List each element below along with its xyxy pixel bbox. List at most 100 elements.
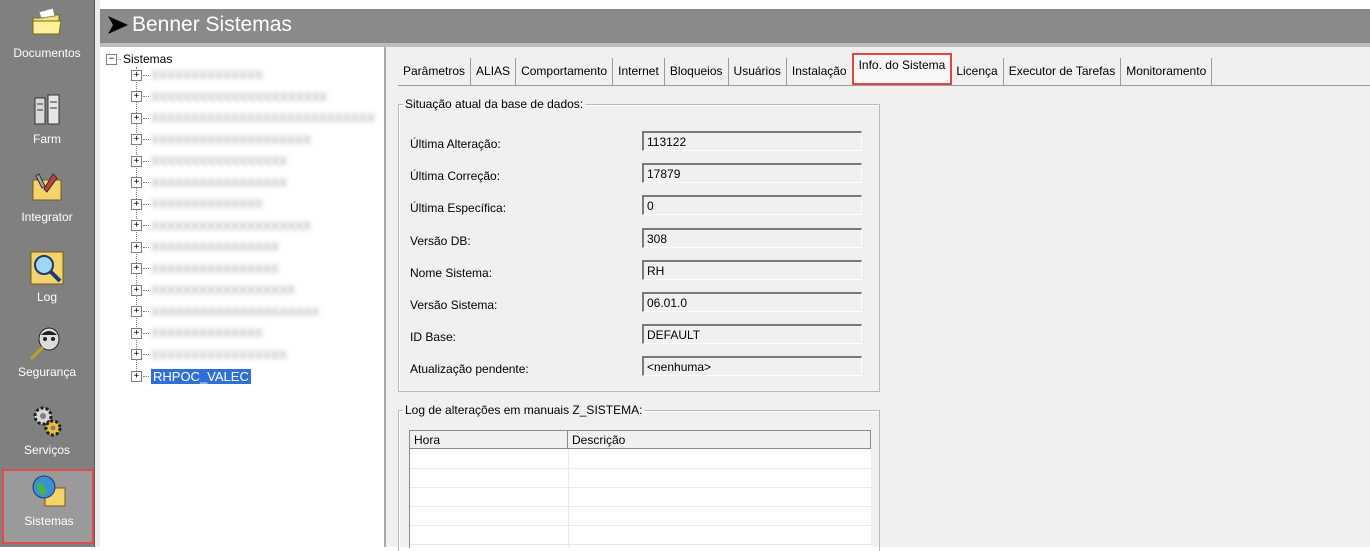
security-icon xyxy=(29,327,60,361)
tree-node[interactable]: + XXXXXXXXXXXXXXXXXXXXXXXXXXXX xyxy=(131,110,375,126)
nav-label-log: Log xyxy=(36,290,58,304)
database-status-title: Situação atual da base de dados: xyxy=(403,97,586,111)
tab-monitoramento[interactable]: Monitoramento xyxy=(1121,58,1213,86)
nav-item-seguranca[interactable]: Segurança xyxy=(0,325,94,379)
expand-icon[interactable]: + xyxy=(131,220,142,231)
tree-node-label: XXXXXXXXXXXXXXXXXX xyxy=(151,283,296,297)
table-row[interactable] xyxy=(410,487,871,507)
field-value: DEFAULT xyxy=(642,324,862,345)
tab-alias[interactable]: ALIAS xyxy=(471,58,517,86)
tree-node-label: XXXXXXXXXXXXXXXXX xyxy=(151,154,288,168)
table-row[interactable] xyxy=(410,449,871,469)
tree-node[interactable]: + XXXXXXXXXXXXXXXXX xyxy=(131,175,287,191)
expand-icon[interactable]: + xyxy=(131,112,142,124)
tree-node-label: XXXXXXXXXXXXXXXXX xyxy=(151,347,288,362)
column-header-hora[interactable]: Hora xyxy=(410,431,568,449)
table-row[interactable] xyxy=(410,525,871,545)
tab-instalacao[interactable]: Instalação xyxy=(787,58,853,86)
tree-node[interactable]: + XXXXXXXXXXXXXXXXXXXXXX xyxy=(131,89,327,105)
magnifier-icon xyxy=(30,251,64,285)
tree-node[interactable]: + XXXXXXXXXXXXXXXXXX xyxy=(131,282,295,298)
expand-icon[interactable]: + xyxy=(131,284,142,296)
tab-underline xyxy=(398,85,1370,86)
collapse-icon[interactable]: − xyxy=(106,53,117,65)
server-icon xyxy=(34,94,60,125)
expand-icon[interactable]: + xyxy=(131,177,142,188)
tab-internet[interactable]: Internet xyxy=(613,58,665,86)
tree-node[interactable]: + XXXXXXXXXXXXXXXXXXXX xyxy=(131,132,311,148)
title-bar: Benner Sistemas xyxy=(100,9,1370,43)
field-label: Última Alteração: xyxy=(410,137,501,151)
expand-icon[interactable]: + xyxy=(131,263,142,274)
field-value: 17879 xyxy=(642,163,862,184)
tree-node[interactable]: + XXXXXXXXXXXXXXXXX xyxy=(131,347,287,363)
tree-node[interactable]: + XXXXXXXXXXXXXXXXXXXXX xyxy=(131,304,319,320)
tab-executor-de-tarefas[interactable]: Executor de Tarefas xyxy=(1004,58,1122,86)
nav-item-log[interactable]: Log xyxy=(0,250,94,304)
nav-item-servicos[interactable]: Serviços xyxy=(0,403,94,457)
tree-node[interactable]: + XXXXXXXXXXXXXXXX xyxy=(131,239,279,255)
nav-item-farm[interactable]: Farm xyxy=(0,92,94,146)
expand-icon[interactable]: + xyxy=(131,349,142,360)
field-label: Versão DB: xyxy=(410,233,471,248)
field-value: RH xyxy=(642,259,862,280)
app-title: Benner Sistemas xyxy=(132,13,292,36)
expand-icon[interactable]: + xyxy=(131,241,142,253)
nav-label-seguranca: Segurança xyxy=(17,365,77,379)
column-header-descricao[interactable]: Descrição xyxy=(568,431,871,449)
tree-root[interactable]: − Sistemas xyxy=(106,51,172,67)
nav-label-farm: Farm xyxy=(33,132,61,146)
log-grid[interactable]: Hora Descrição xyxy=(409,430,871,548)
tree-node[interactable]: + XXXXXXXXXXXXXX xyxy=(131,67,263,83)
tree-node-selected[interactable]: + RHPOC_VALEC xyxy=(131,368,251,384)
tree-node-label: XXXXXXXXXXXXXXXXXXXXXX xyxy=(151,89,328,104)
tree-node-label: XXXXXXXXXXXXXXXXXXXXX xyxy=(151,304,320,319)
nav-label-integrator: Integrator xyxy=(21,210,73,224)
tab-bloqueios[interactable]: Bloqueios xyxy=(665,58,729,86)
field-value: <nenhuma> xyxy=(642,356,862,377)
tree-node-label: XXXXXXXXXXXXXXXXXXXX xyxy=(151,132,312,147)
tab-usuarios[interactable]: Usuários xyxy=(729,58,787,86)
folder-icon xyxy=(32,7,62,35)
tree-node-label-selected: RHPOC_VALEC xyxy=(151,368,251,384)
expand-icon[interactable]: + xyxy=(131,91,142,102)
expand-icon[interactable]: + xyxy=(131,155,142,167)
nav-item-integrator[interactable]: Integrator xyxy=(0,170,94,224)
tree-node[interactable]: + XXXXXXXXXXXXXXXXX xyxy=(131,153,287,169)
tab-parametros[interactable]: Parâmetros xyxy=(398,58,472,86)
field-label: Atualização pendente: xyxy=(410,362,529,377)
tree-node[interactable]: + XXXXXXXXXXXXXXXX xyxy=(131,261,279,277)
tree-root-label: Sistemas xyxy=(123,52,173,66)
expand-icon[interactable]: + xyxy=(131,134,142,145)
field-label: Última Correção: xyxy=(410,169,501,184)
field-label: ID Base: xyxy=(410,330,457,345)
field-label: Última Específica: xyxy=(410,201,507,216)
left-navigation-bar: Documentos Farm Integrator Log Segurança… xyxy=(0,0,95,547)
tree-node[interactable]: + XXXXXXXXXXXXXX xyxy=(131,325,263,341)
table-row[interactable] xyxy=(410,506,871,526)
arrow-right-icon xyxy=(108,16,128,34)
tab-strip: Parâmetros ALIAS Comportamento Internet Bloq… xyxy=(398,53,1213,86)
tree-node-label: XXXXXXXXXXXXXXXXXXXX xyxy=(151,218,312,233)
expand-icon[interactable]: + xyxy=(131,69,142,81)
tab-licenca[interactable]: Licença xyxy=(951,58,1004,86)
nav-item-sistemas-selected[interactable]: Sistemas xyxy=(2,469,94,544)
field-value: 0 xyxy=(642,195,862,216)
tab-info-do-sistema[interactable]: Info. do Sistema xyxy=(851,53,953,85)
tree-node[interactable]: + XXXXXXXXXXXXXXXXXXXX xyxy=(131,218,311,234)
expand-icon[interactable]: + xyxy=(131,370,142,382)
field-value: 113122 xyxy=(642,131,862,151)
systems-tree[interactable]: − Sistemas + XXXXXXXXXXXXXX + XXXXXXXXXXXXX… xyxy=(100,47,386,547)
tab-comportamento[interactable]: Comportamento xyxy=(516,58,614,86)
table-row[interactable] xyxy=(410,468,871,488)
nav-item-documentos[interactable]: Documentos xyxy=(0,6,94,60)
field-label: Nome Sistema: xyxy=(410,265,493,280)
tree-node[interactable]: + XXXXXXXXXXXXXX xyxy=(131,196,263,212)
expand-icon[interactable]: + xyxy=(131,327,142,339)
nav-item-sistemas[interactable]: Sistemas xyxy=(2,474,96,528)
expand-icon[interactable]: + xyxy=(131,306,142,317)
nav-label-documentos: Documentos xyxy=(13,46,81,60)
tree-node-label: XXXXXXXXXXXXXXXX xyxy=(151,261,280,276)
expand-icon[interactable]: + xyxy=(131,198,142,210)
field-value: 06.01.0 xyxy=(642,292,862,312)
